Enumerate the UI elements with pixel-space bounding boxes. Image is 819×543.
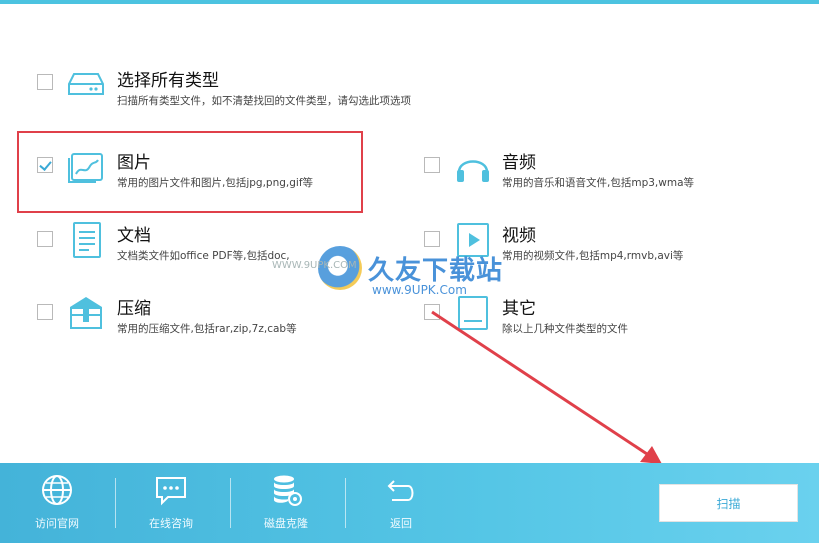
option-desc-audio: 常用的音乐和语音文件,包括mp3,wma等	[502, 177, 694, 189]
watermark-url: www.9UPK.Com	[372, 283, 467, 297]
online-consult-label: 在线咨询	[149, 517, 193, 530]
return-arrow-icon	[387, 480, 414, 501]
top-accent-strip	[0, 0, 819, 4]
database-icon	[274, 475, 302, 506]
document-icon	[66, 220, 106, 260]
disk-clone-button[interactable]: 磁盘克隆	[241, 473, 331, 539]
watermark-name: 久友下载站	[368, 256, 504, 286]
back-label: 返回	[390, 517, 412, 530]
option-desc-all: 扫描所有类型文件，如不清楚找回的文件类型，请勾选此项选项	[117, 95, 411, 107]
option-title-audio: 音频	[502, 153, 536, 173]
option-desc-video: 常用的视频文件,包括mp4,rmvb,avi等	[502, 250, 684, 262]
online-consult-button[interactable]: 在线咨询	[126, 473, 216, 539]
option-desc-document: 文档类文件如office PDF等,包括doc,	[117, 250, 290, 262]
toolbar-divider	[345, 478, 346, 528]
globe-icon	[42, 475, 72, 505]
highlight-box	[17, 131, 363, 213]
option-desc-other: 除以上几种文件类型的文件	[502, 323, 628, 335]
visit-site-button[interactable]: 访问官网	[12, 473, 102, 539]
checkbox-all-types[interactable]	[37, 74, 53, 90]
toolbar-divider	[115, 478, 116, 528]
headphones-icon	[453, 146, 493, 186]
checkbox-archive[interactable]	[37, 304, 53, 320]
disk-clone-label: 磁盘克隆	[264, 517, 308, 530]
archive-icon	[66, 293, 106, 333]
back-button[interactable]: 返回	[356, 473, 446, 539]
checkbox-document[interactable]	[37, 231, 53, 247]
watermark-url-small: WWW.9UPK.COM	[272, 260, 357, 271]
visit-site-label: 访问官网	[35, 517, 79, 530]
option-title-all: 选择所有类型	[117, 71, 219, 91]
checkbox-audio[interactable]	[424, 157, 440, 173]
option-desc-archive: 常用的压缩文件,包括rar,zip,7z,cab等	[117, 323, 297, 335]
drive-icon	[66, 64, 106, 104]
option-title-document: 文档	[117, 226, 151, 246]
option-title-archive: 压缩	[117, 299, 151, 319]
scan-button[interactable]: 扫描	[659, 484, 798, 522]
chat-icon	[156, 477, 186, 506]
toolbar-divider	[230, 478, 231, 528]
watermark: 久友下载站 www.9UPK.Com WWW.9UPK.COM	[272, 238, 510, 308]
